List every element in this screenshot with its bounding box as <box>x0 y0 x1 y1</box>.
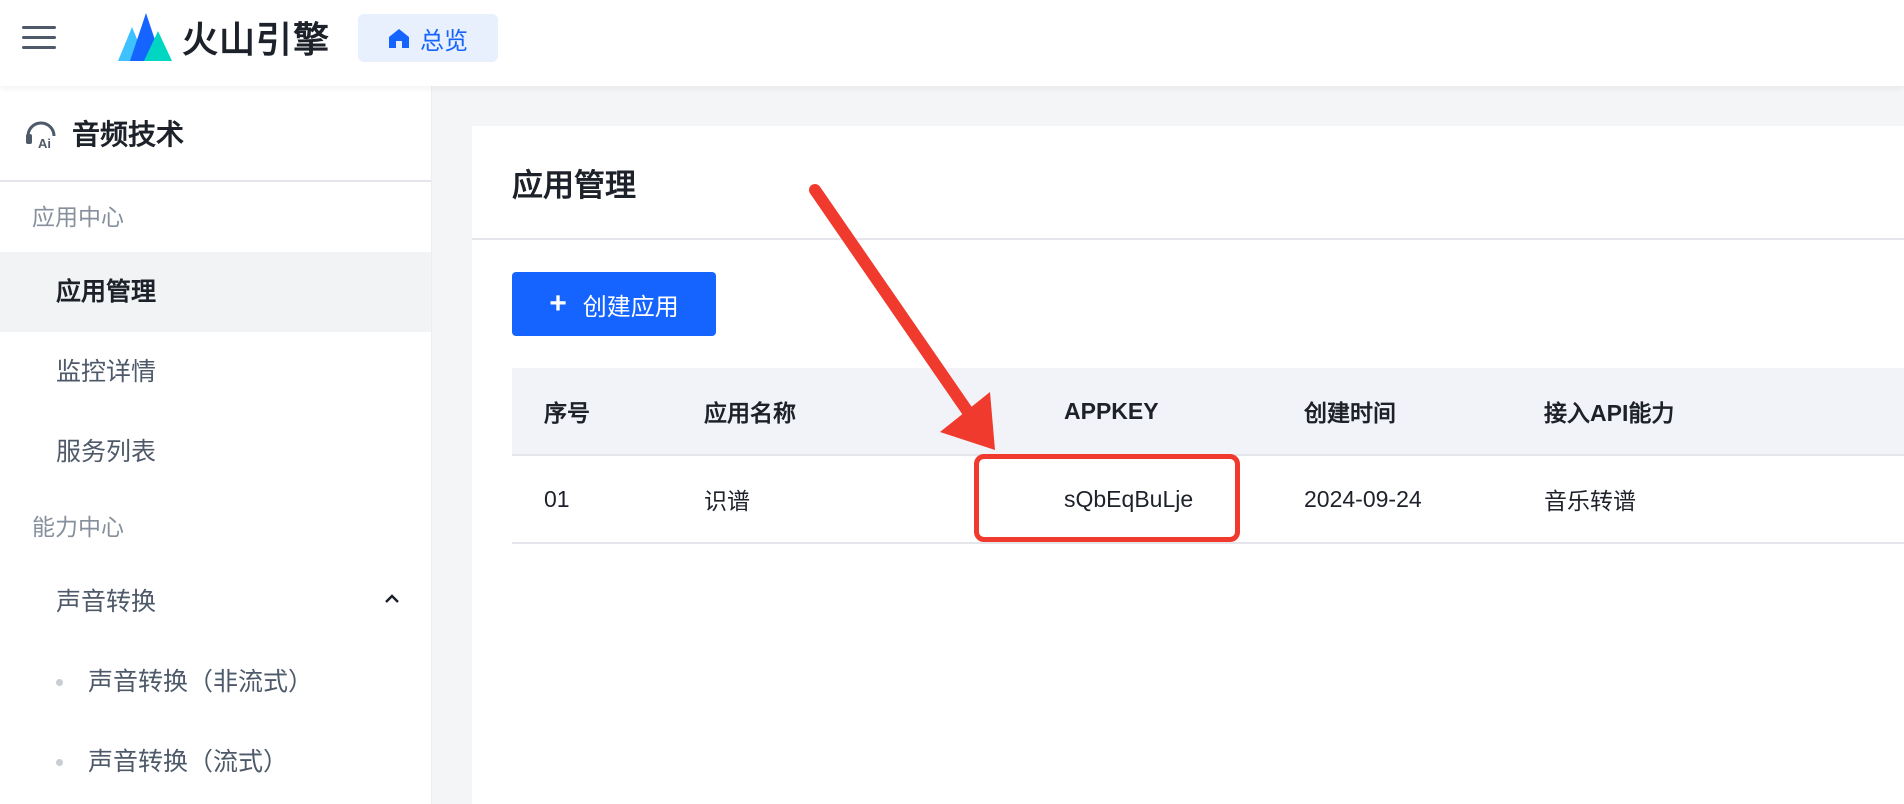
bullet-dot <box>56 679 63 686</box>
cell-app-name: 识谱 <box>704 488 750 514</box>
sidebar-item-voice-conversion[interactable]: 声音转换 <box>0 562 431 642</box>
cell-api-ability: 音乐转谱 <box>1544 488 1636 514</box>
sidebar-item-monitoring[interactable]: 监控详情 <box>0 332 431 412</box>
page-title: 应用管理 <box>512 167 636 203</box>
plus-icon: + <box>549 287 567 320</box>
overview-label: 总览 <box>420 27 468 55</box>
cell-index: 01 <box>544 485 570 512</box>
sidebar-subitem-voice-stream[interactable]: 声音转换（流式） <box>0 722 431 802</box>
sidebar-item-label: 声音转换 <box>56 588 157 616</box>
header-created-time: 创建时间 <box>1304 400 1396 426</box>
main-panel: 应用管理 + 创建应用 序号 应用名称 APPKEY 创建时间 接入API能力 … <box>472 126 1904 804</box>
table-header: 序号 应用名称 APPKEY 创建时间 接入API能力 <box>512 368 1904 456</box>
sidebar-item-app-management[interactable]: 应用管理 <box>0 252 431 332</box>
home-icon <box>389 29 409 48</box>
brand-name: 火山引擎 <box>182 19 331 60</box>
group-label-app-center: 应用中心 <box>32 204 124 230</box>
top-bar: 火山引擎 总览 <box>0 0 1904 86</box>
cell-appkey[interactable]: sQbEqBuLje <box>1064 486 1193 513</box>
bullet-dot <box>56 759 63 766</box>
svg-text:Ai: Ai <box>38 136 51 150</box>
brand-logo[interactable]: 火山引擎 <box>118 12 330 62</box>
header-appkey: APPKEY <box>1064 397 1159 424</box>
sidebar-item-service-list[interactable]: 服务列表 <box>0 412 431 492</box>
hamburger-menu-icon[interactable] <box>22 22 58 56</box>
create-app-button[interactable]: + 创建应用 <box>512 272 716 336</box>
cell-created-time: 2024-09-24 <box>1304 485 1422 512</box>
sidebar-subitem-label: 声音转换（非流式） <box>88 668 314 696</box>
table-row[interactable]: 01 识谱 sQbEqBuLje 2024-09-24 音乐转谱 <box>512 456 1904 544</box>
sidebar: Ai 音频技术 应用中心 应用管理 监控详情 服务列表 能力中心 声音转换 声音… <box>0 86 432 804</box>
audio-ai-icon: Ai <box>26 121 56 150</box>
header-index: 序号 <box>544 400 590 426</box>
header-api-ability: 接入API能力 <box>1544 400 1675 426</box>
sidebar-subitem-label: 声音转换（流式） <box>88 748 289 776</box>
chevron-up-icon <box>385 594 399 603</box>
apps-table: 序号 应用名称 APPKEY 创建时间 接入API能力 01 识谱 sQbEqB… <box>512 368 1904 544</box>
main-header: 应用管理 <box>472 126 1904 240</box>
volcano-logo-icon <box>118 13 172 61</box>
group-label-ability-center: 能力中心 <box>32 514 124 540</box>
overview-button[interactable]: 总览 <box>358 14 498 62</box>
create-app-label: 创建应用 <box>582 293 679 321</box>
sidebar-header: Ai 音频技术 <box>0 86 431 182</box>
header-app-name: 应用名称 <box>704 400 796 426</box>
sidebar-title: 音频技术 <box>72 119 185 150</box>
sidebar-subitem-voice-nonstream[interactable]: 声音转换（非流式） <box>0 642 431 722</box>
